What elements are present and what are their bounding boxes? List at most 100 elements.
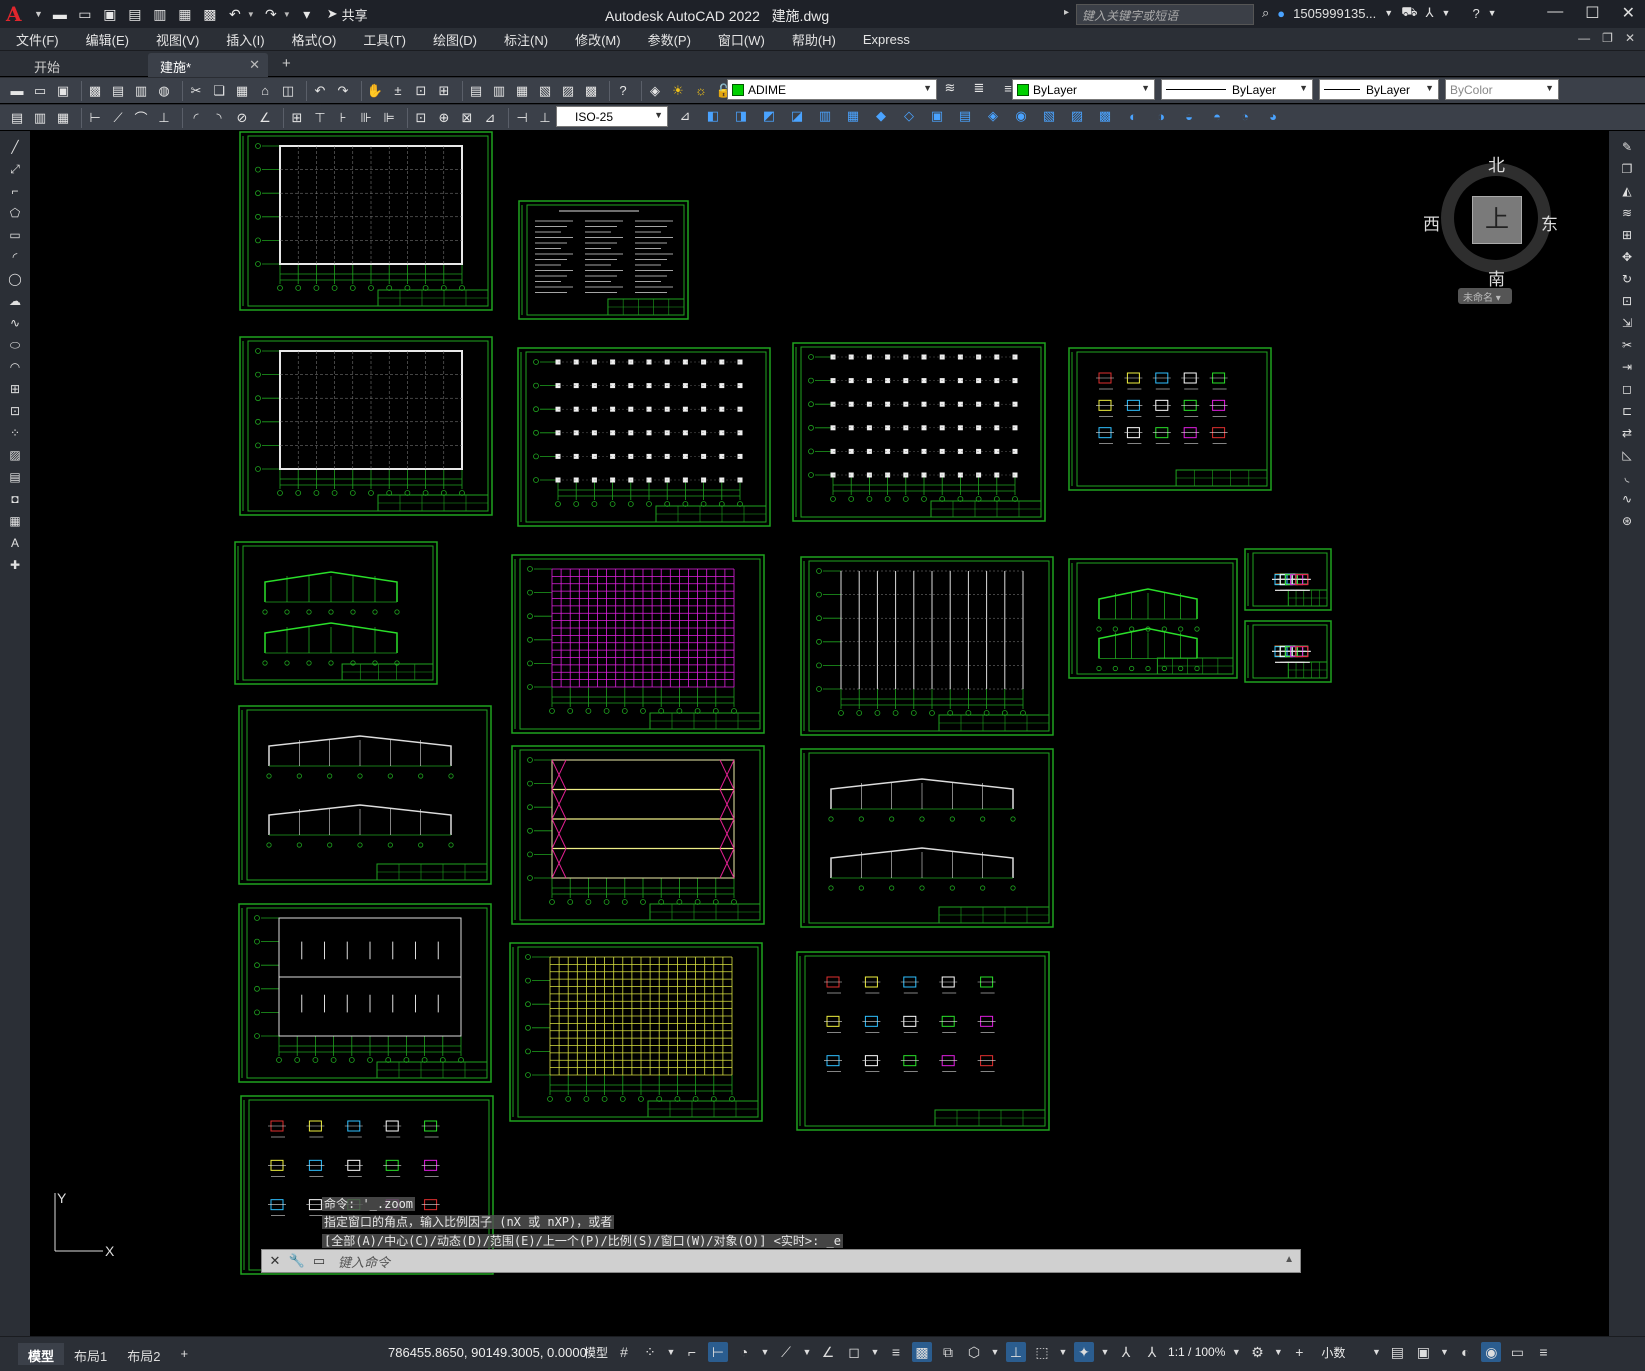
blend-curves-icon[interactable]: ∿: [1619, 491, 1635, 507]
layer-dropdown[interactable]: ADIME ▼: [727, 79, 937, 100]
tab-drawing[interactable]: 建施* ✕: [148, 53, 268, 77]
undo-icon[interactable]: ↶: [226, 6, 244, 22]
snap-caret-icon[interactable]: ▼: [666, 1342, 676, 1362]
selection-cycling-icon[interactable]: ⧉: [938, 1342, 958, 1362]
add-selected-icon[interactable]: ✚: [7, 557, 23, 573]
move-icon[interactable]: ✥: [1619, 249, 1635, 265]
zoom-realtime-icon[interactable]: ±: [389, 82, 407, 100]
hatch-icon[interactable]: ▨: [7, 447, 23, 463]
color-dropdown[interactable]: ByLayer ▼: [1012, 79, 1155, 100]
annotation-monitor-icon[interactable]: +: [1289, 1342, 1309, 1362]
save-tool-icon[interactable]: ▣: [54, 82, 72, 100]
open-web-icon[interactable]: ▥: [151, 6, 169, 22]
3d-osnap-caret-icon[interactable]: ▼: [990, 1342, 1000, 1362]
linetype-dropdown[interactable]: ByLayer ▼: [1161, 79, 1313, 100]
recent-commands-icon[interactable]: ▭: [310, 1252, 328, 1270]
diameter-dimension-icon[interactable]: ⊘: [233, 109, 251, 127]
join-icon[interactable]: ⇄: [1619, 425, 1635, 441]
scale-caret-icon[interactable]: ▼: [1231, 1342, 1241, 1362]
drawing-sheet[interactable]: [518, 200, 689, 320]
menu-express[interactable]: Express: [863, 32, 910, 47]
modify-17-icon[interactable]: ◑: [1152, 107, 1170, 125]
draw-tool-1-icon[interactable]: ▤: [8, 109, 26, 127]
layout-tab-2[interactable]: 布局2: [117, 1343, 170, 1365]
fillet-icon[interactable]: ◟: [1619, 469, 1635, 485]
user-name[interactable]: 1505999135...: [1293, 6, 1376, 21]
modify-2-icon[interactable]: ◨: [732, 107, 750, 125]
break-at-point-icon[interactable]: ◻: [1619, 381, 1635, 397]
3d-osnap-icon[interactable]: ⬡: [964, 1342, 984, 1362]
zoom-previous-icon[interactable]: ⊞: [435, 82, 453, 100]
user-icon[interactable]: ●: [1277, 6, 1285, 21]
customize-qat-icon[interactable]: ▾: [298, 6, 316, 22]
radius-dimension-icon[interactable]: ◜: [187, 109, 205, 127]
drawing-sheet[interactable]: [238, 903, 492, 1083]
menu-edit[interactable]: 编辑(E): [86, 30, 129, 49]
modify-14-icon[interactable]: ▨: [1068, 107, 1086, 125]
clean-screen-icon[interactable]: ▭: [1507, 1342, 1527, 1362]
modify-8-icon[interactable]: ◇: [900, 107, 918, 125]
wcs-menu[interactable]: 未命名 ▾: [1458, 288, 1512, 304]
dimension-break-icon[interactable]: ⊫: [380, 109, 398, 127]
scale-icon[interactable]: ⊡: [1619, 293, 1635, 309]
help-caret-icon[interactable]: ▼: [1488, 8, 1497, 18]
minimize-icon[interactable]: —: [1547, 3, 1563, 23]
cursor-coordinates[interactable]: 786455.8650, 90149.3005, 0.0000: [388, 1345, 587, 1360]
viewcube[interactable]: 上 北 南 东 西: [1423, 151, 1561, 289]
publish-icon[interactable]: ▥: [132, 82, 150, 100]
baseline-dimension-icon[interactable]: ⊤: [311, 109, 329, 127]
compass-north[interactable]: 北: [1488, 151, 1505, 176]
units-display[interactable]: 小数: [1321, 1344, 1345, 1361]
object-snap-tracking-icon[interactable]: ∠: [818, 1342, 838, 1362]
modify-18-icon[interactable]: ◒: [1180, 107, 1198, 125]
linear-dimension-icon[interactable]: ⊢: [86, 109, 104, 127]
drawing-sheet[interactable]: [796, 951, 1050, 1131]
viewcube-top-face[interactable]: 上: [1472, 196, 1522, 244]
lock-caret-icon[interactable]: ▼: [1439, 1342, 1449, 1362]
drawing-sheet[interactable]: [509, 942, 763, 1122]
dimstyle-manager-icon[interactable]: ⊿: [676, 107, 694, 125]
iso-caret-icon[interactable]: ▼: [802, 1342, 812, 1362]
make-current-icon[interactable]: ≋: [941, 79, 959, 97]
ordinate-dimension-icon[interactable]: ⊥: [155, 109, 173, 127]
rotate-icon[interactable]: ↻: [1619, 271, 1635, 287]
quickcalc-icon[interactable]: ▩: [582, 82, 600, 100]
plot-icon[interactable]: ▩: [86, 82, 104, 100]
open-file-icon[interactable]: ▭: [76, 6, 94, 22]
gizmo-icon[interactable]: ✦: [1074, 1342, 1095, 1362]
polyline-icon[interactable]: ⌐: [7, 183, 23, 199]
layer-properties-icon[interactable]: ◈: [646, 82, 664, 100]
pan-icon[interactable]: ✋: [366, 82, 384, 100]
app-caret-icon[interactable]: ▼: [1442, 8, 1451, 18]
explode-icon[interactable]: ⊛: [1619, 513, 1635, 529]
redo-icon[interactable]: ↷: [262, 6, 280, 22]
quick-dimension-icon[interactable]: ⊞: [288, 109, 306, 127]
modify-6-icon[interactable]: ▦: [844, 107, 862, 125]
menu-format[interactable]: 格式(O): [292, 30, 337, 49]
ellipse-arc-icon[interactable]: ◠: [7, 359, 23, 375]
menu-help[interactable]: 帮助(H): [792, 30, 836, 49]
share-button[interactable]: ➤ 共享: [327, 5, 368, 24]
circle-icon[interactable]: ◯: [7, 271, 23, 287]
autocad-logo-icon[interactable]: A: [6, 1, 32, 27]
drawing-sheet[interactable]: [511, 554, 765, 734]
workspace-icon[interactable]: ⚙: [1247, 1342, 1267, 1362]
redo-tool-icon[interactable]: ↷: [334, 82, 352, 100]
new-tab-icon[interactable]: +: [282, 55, 291, 72]
model-space-canvas[interactable]: 上 北 南 东 西 未命名 ▾ Y X: [31, 131, 1609, 1336]
modify-21-icon[interactable]: ◕: [1264, 107, 1282, 125]
close-icon[interactable]: ✕: [1622, 3, 1635, 23]
tool-palettes-icon[interactable]: ▦: [513, 82, 531, 100]
menu-draw[interactable]: 绘图(D): [433, 30, 477, 49]
add-layout-icon[interactable]: +: [170, 1343, 198, 1365]
trim-icon[interactable]: ✂: [1619, 337, 1635, 353]
modify-4-icon[interactable]: ◪: [788, 107, 806, 125]
doc-restore-icon[interactable]: ❐: [1602, 31, 1613, 45]
zoom-window-icon[interactable]: ⊡: [412, 82, 430, 100]
dimension-edit-icon[interactable]: ⊣: [513, 109, 531, 127]
arc-length-icon[interactable]: ⌒: [132, 109, 150, 127]
block-editor-icon[interactable]: ◫: [279, 82, 297, 100]
layout-tab-model[interactable]: 模型: [18, 1343, 65, 1365]
drawing-sheet[interactable]: [1068, 558, 1238, 679]
plot-preview-icon[interactable]: ▤: [109, 82, 127, 100]
